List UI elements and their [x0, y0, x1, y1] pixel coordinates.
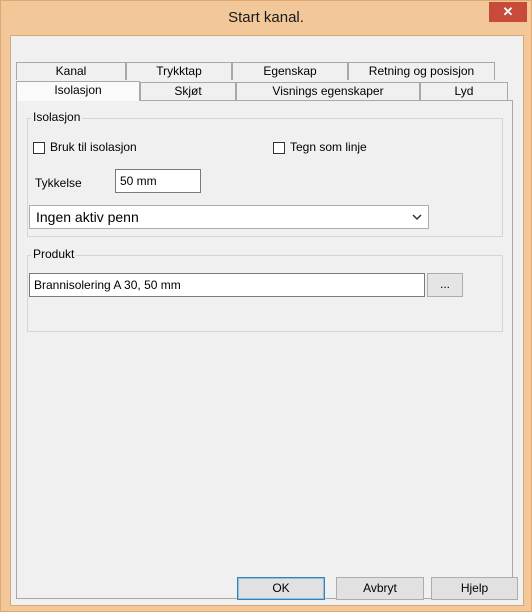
tab-egenskap[interactable]: Egenskap [232, 62, 348, 80]
tab-skjot[interactable]: Skjøt [140, 82, 236, 100]
cancel-button[interactable]: Avbryt [336, 577, 424, 600]
dialog-window: Start kanal. ✕ Kanal Trykktap Egenskap R… [0, 0, 532, 612]
use-insulation-label[interactable]: Bruk til isolasjon [50, 140, 137, 154]
tab-visnings-egenskaper[interactable]: Visnings egenskaper [236, 82, 420, 100]
dialog-client-area: Kanal Trykktap Egenskap Retning og posis… [10, 35, 524, 606]
thickness-label: Tykkelse [35, 176, 82, 190]
chevron-down-icon [412, 206, 422, 235]
ok-button[interactable]: OK [237, 577, 325, 600]
tab-lyd[interactable]: Lyd [420, 82, 508, 100]
tab-trykktap[interactable]: Trykktap [126, 62, 232, 80]
help-button[interactable]: Hjelp [431, 577, 518, 600]
use-insulation-checkbox[interactable] [33, 142, 45, 154]
draw-as-line-label[interactable]: Tegn som linje [290, 140, 367, 154]
pen-select-value: Ingen aktiv penn [36, 209, 139, 225]
tab-kanal[interactable]: Kanal [16, 62, 126, 80]
pen-select[interactable]: Ingen aktiv penn [29, 205, 429, 229]
thickness-input[interactable]: 50 mm [115, 169, 201, 193]
window-title: Start kanal. [228, 9, 304, 26]
tab-retning-og-posisjon[interactable]: Retning og posisjon [348, 62, 495, 80]
tab-panel-isolasjon: Isolasjon Bruk til isolasjon Tegn som li… [16, 100, 513, 599]
produkt-group-title: Produkt [31, 247, 77, 261]
close-button[interactable]: ✕ [489, 2, 527, 22]
product-input[interactable]: Brannisolering A 30, 50 mm [29, 273, 425, 297]
close-icon: ✕ [502, 4, 514, 19]
title-bar[interactable]: Start kanal. ✕ [1, 1, 531, 35]
isolasjon-group-title: Isolasjon [31, 110, 83, 124]
browse-product-button[interactable]: ... [427, 273, 463, 297]
draw-as-line-checkbox[interactable] [273, 142, 285, 154]
tab-isolasjon[interactable]: Isolasjon [16, 81, 140, 101]
